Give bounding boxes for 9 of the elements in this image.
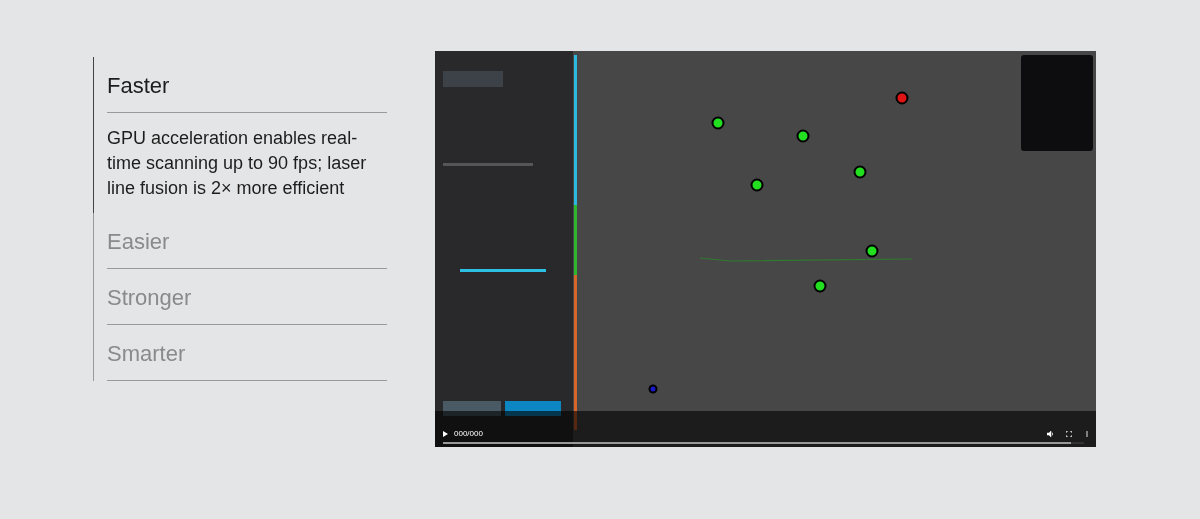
fullscreen-icon[interactable]: [1066, 431, 1072, 437]
feature-description: GPU acceleration enables real-time scanning up to 90 fps; laser line fusion is 2× more efficient: [107, 127, 368, 200]
feature-tab[interactable]: Stronger: [107, 269, 387, 325]
feature-tab[interactable]: Easier: [107, 213, 387, 269]
feature-tab[interactable]: Smarter: [107, 325, 387, 381]
time-label: 000/000: [454, 428, 483, 440]
feature-tab[interactable]: Faster: [107, 57, 387, 113]
play-icon[interactable]: [443, 431, 448, 437]
volume-icon[interactable]: [1047, 431, 1054, 437]
